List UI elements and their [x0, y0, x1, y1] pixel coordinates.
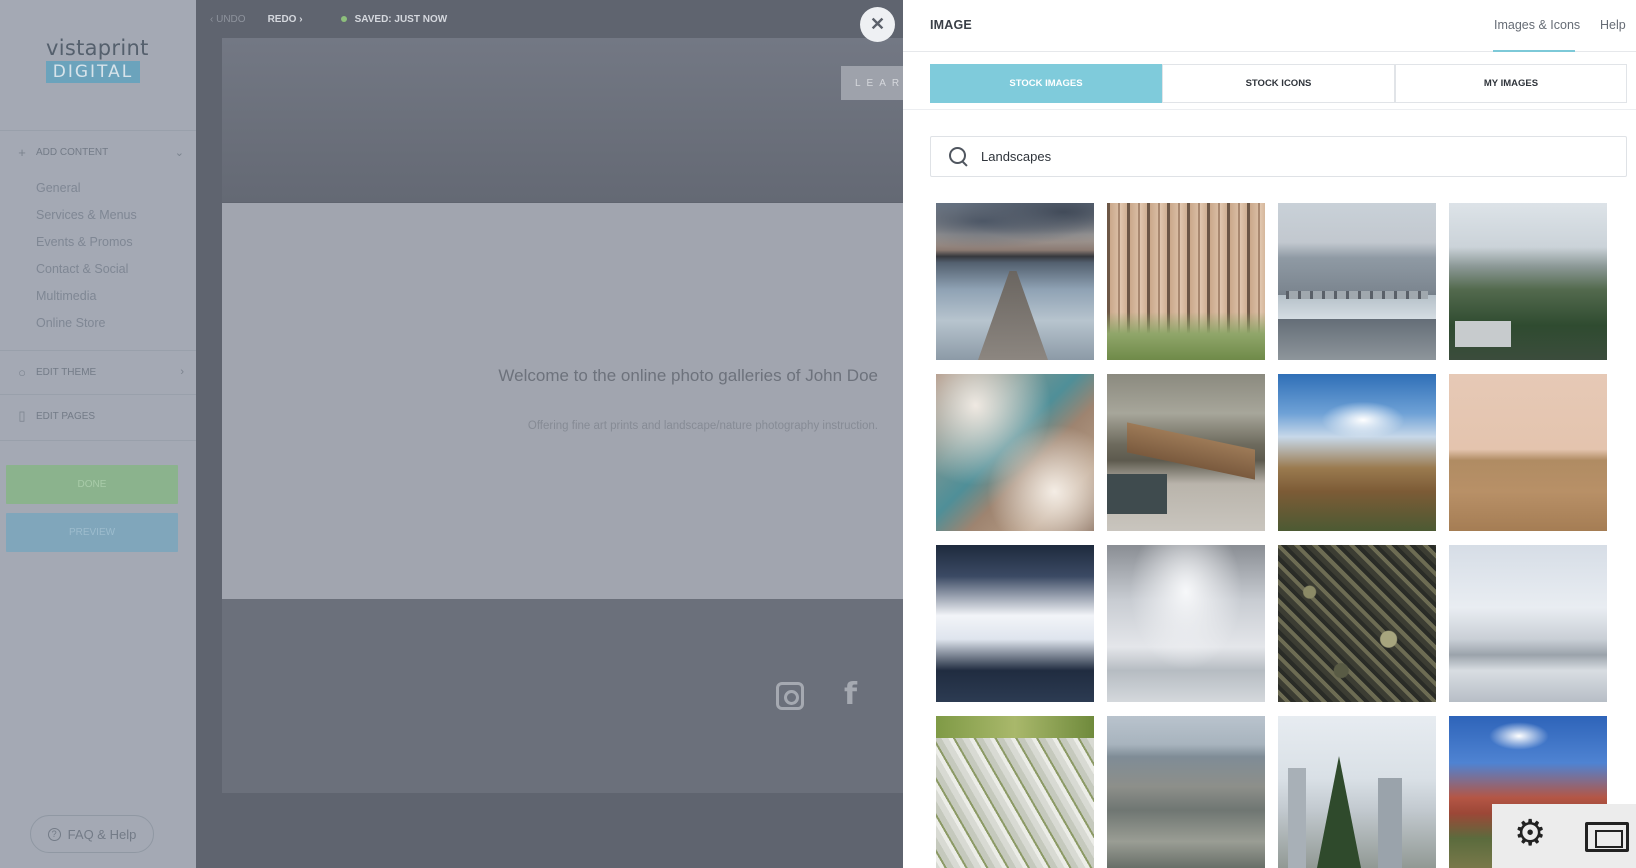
undo-button[interactable]: ‹ UNDO	[210, 14, 246, 25]
thumb-detail	[1318, 400, 1408, 440]
saved-status-dot	[340, 16, 347, 22]
panel-title: IMAGE	[930, 18, 972, 32]
image-thumb[interactable]	[936, 545, 1094, 702]
tab-my-images[interactable]: MY IMAGES	[1395, 64, 1627, 103]
sidebar-edit-pages-label: EDIT PAGES	[36, 410, 96, 422]
sidebar-item-online-store[interactable]: Online Store	[36, 316, 105, 330]
thumb-detail	[1455, 321, 1511, 347]
sidebar-item-general[interactable]: General	[36, 181, 80, 195]
sidebar-divider	[0, 394, 196, 395]
plus-icon: +	[18, 144, 26, 160]
learn-more-button[interactable]: LEAR	[841, 66, 903, 100]
editor-sidebar: vistaprint DIGITAL + ADD CONTENT ⌄ Gener…	[0, 0, 196, 868]
image-thumb[interactable]	[1107, 545, 1265, 702]
sidebar-item-events-promos[interactable]: Events & Promos	[36, 235, 133, 249]
thumb-detail	[1286, 291, 1428, 299]
editor-toolbar: ‹ UNDO REDO › SAVED: JUST NOW	[196, 0, 903, 38]
tab-images-icons[interactable]: Images & Icons	[1494, 18, 1580, 32]
sidebar-divider	[0, 130, 196, 131]
footer-section: f	[222, 599, 903, 793]
image-thumb[interactable]	[1278, 374, 1436, 531]
sidebar-divider	[0, 440, 196, 441]
fullscreen-icon[interactable]	[1585, 822, 1629, 852]
thumb-detail	[936, 203, 1094, 248]
close-panel-button[interactable]: ✕	[860, 7, 895, 42]
chevron-down-icon: ⌄	[174, 146, 184, 159]
faq-help-button[interactable]: ? FAQ & Help	[30, 815, 154, 853]
image-thumb[interactable]	[936, 374, 1094, 531]
search-icon	[948, 146, 970, 168]
facebook-icon[interactable]: f	[844, 677, 857, 712]
chevron-right-icon: ›	[180, 366, 184, 378]
faq-help-label: FAQ & Help	[67, 826, 137, 842]
thumb-detail	[1288, 768, 1306, 868]
image-thumb[interactable]	[1278, 203, 1436, 360]
done-button[interactable]: DONE	[6, 465, 178, 504]
sidebar-add-content-label: ADD CONTENT	[36, 146, 109, 158]
save-status: SAVED: JUST NOW	[340, 13, 448, 25]
logo-digital-badge: DIGITAL	[46, 61, 140, 83]
image-panel: IMAGE Images & Icons Help STOCK IMAGES S…	[903, 0, 1636, 868]
thumb-detail	[1316, 756, 1362, 868]
question-icon: ?	[47, 827, 61, 841]
image-thumb[interactable]	[1107, 203, 1265, 360]
thumb-detail	[1107, 312, 1265, 360]
offering-subtext: Offering fine art prints and landscape/n…	[527, 420, 878, 432]
image-thumb[interactable]	[1107, 374, 1265, 531]
tab-stock-icons[interactable]: STOCK ICONS	[1162, 64, 1395, 103]
sidebar-edit-theme-label: EDIT THEME	[36, 366, 97, 378]
intro-section: Welcome to the online photo galleries of…	[222, 203, 903, 599]
image-search[interactable]	[930, 136, 1627, 177]
close-icon: ✕	[869, 14, 886, 34]
thumb-detail	[1489, 722, 1549, 750]
logo-word: vistaprint	[46, 36, 149, 60]
editor-canvas: ‹ UNDO REDO › SAVED: JUST NOW LEAR Welco…	[196, 0, 903, 868]
panel-header: IMAGE Images & Icons Help	[903, 0, 1636, 52]
image-thumb[interactable]	[936, 716, 1094, 868]
undo-label: UNDO	[216, 13, 246, 25]
image-thumb[interactable]	[1278, 716, 1436, 868]
panel-divider	[903, 109, 1636, 110]
image-thumb[interactable]	[1449, 203, 1607, 360]
image-thumb[interactable]	[1278, 545, 1436, 702]
sidebar-add-content[interactable]: + ADD CONTENT ⌄	[14, 142, 184, 162]
sidebar-edit-pages[interactable]: ▯ EDIT PAGES	[14, 406, 184, 426]
image-thumb[interactable]	[1107, 716, 1265, 868]
thumb-detail	[978, 271, 1048, 360]
saved-status-label: SAVED: JUST NOW	[354, 13, 448, 25]
hero-section	[222, 38, 903, 202]
redo-button[interactable]: REDO ›	[268, 14, 303, 25]
theme-circle-icon: ○	[18, 364, 26, 380]
image-thumb[interactable]	[936, 203, 1094, 360]
search-input[interactable]	[981, 149, 1581, 164]
sidebar-item-services-menus[interactable]: Services & Menus	[36, 208, 137, 222]
vistaprint-logo: vistaprint DIGITAL	[46, 36, 149, 83]
instagram-icon[interactable]	[776, 682, 804, 710]
active-tab-underline	[1493, 50, 1575, 52]
thumb-detail	[936, 716, 1094, 738]
thumb-detail	[1127, 422, 1255, 480]
thumb-detail	[1107, 474, 1167, 514]
redo-label: REDO	[267, 13, 297, 25]
thumb-detail	[1378, 778, 1402, 868]
sidebar-item-contact-social[interactable]: Contact & Social	[36, 262, 128, 276]
video-controls: ⚙	[1492, 804, 1636, 868]
gear-icon[interactable]: ⚙	[1514, 816, 1546, 852]
tab-help[interactable]: Help	[1600, 18, 1626, 32]
welcome-heading: Welcome to the online photo galleries of…	[498, 366, 878, 385]
image-thumb[interactable]	[1449, 545, 1607, 702]
preview-button[interactable]: PREVIEW	[6, 513, 178, 552]
sidebar-divider	[0, 350, 196, 351]
image-thumb[interactable]	[1449, 374, 1607, 531]
page-icon: ▯	[18, 408, 26, 423]
tab-stock-images[interactable]: STOCK IMAGES	[930, 64, 1162, 103]
sidebar-item-multimedia[interactable]: Multimedia	[36, 289, 96, 303]
sidebar-edit-theme[interactable]: ○ EDIT THEME ›	[14, 362, 184, 382]
